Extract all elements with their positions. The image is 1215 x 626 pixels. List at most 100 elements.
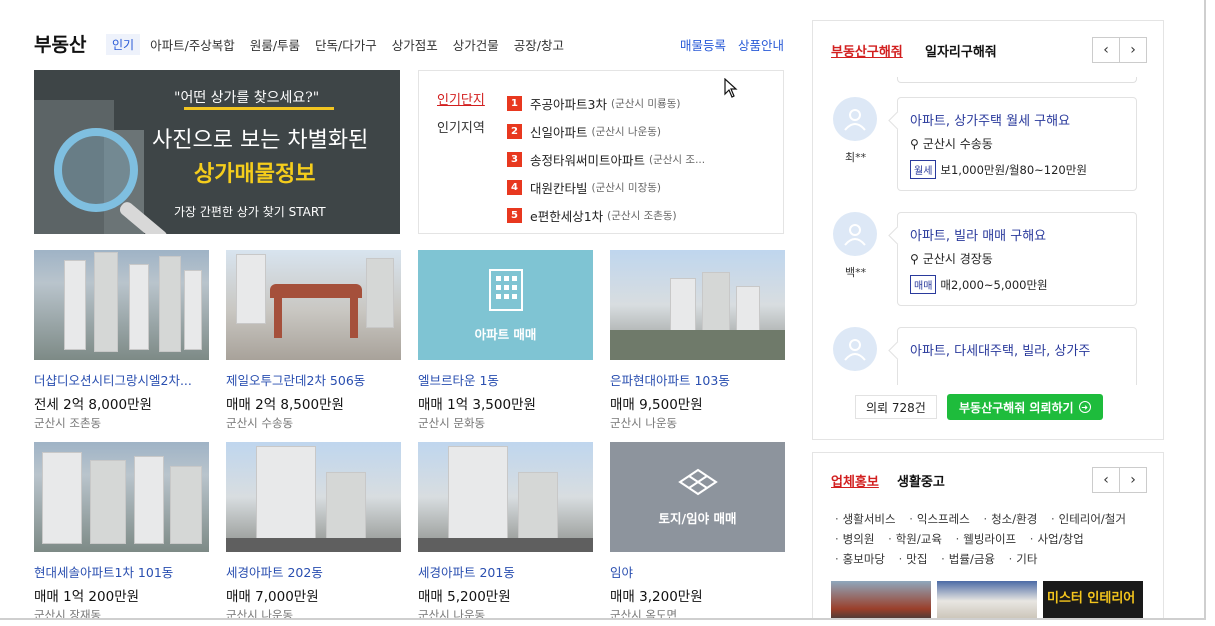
tab-realestate-request[interactable]: 부동산구해줘 xyxy=(831,41,903,60)
complex-name: e편한세상1차 xyxy=(530,208,604,224)
business-thumbnail[interactable]: 미스터 인테리어 xyxy=(1043,581,1143,618)
promo-banner[interactable]: "어떤 상가를 찾으세요?" 사진으로 보는 차별화된 상가매물정보 가장 간편… xyxy=(34,70,400,234)
business-category-link[interactable]: 생활서비스 xyxy=(835,509,896,529)
header-links: 매물등록 상품안내 xyxy=(672,35,784,54)
business-category-link[interactable]: 익스프레스 xyxy=(909,509,970,529)
next-button[interactable]: › xyxy=(1119,37,1147,63)
request-bubble[interactable]: 아파트, 빌라 매매 구해요 ⚲ 군산시 경장동 매매 매2,000~5,000만원 xyxy=(897,212,1137,306)
listing-price: 매매 2억 8,500만원 xyxy=(226,397,344,413)
list-item[interactable]: 백** 아파트, 빌라 매매 구해요 ⚲ 군산시 경장동 매매 매2,000~5,0… xyxy=(833,212,1143,308)
business-category-link[interactable]: 법률/금융 xyxy=(941,549,995,569)
listing-placeholder: 토지/임야 매매 xyxy=(610,442,785,552)
placeholder-label: 토지/임야 매매 xyxy=(658,510,737,526)
listing-photo xyxy=(610,250,785,360)
complex-name: 주공아파트3차 xyxy=(530,96,607,112)
tab-commercial-building[interactable]: 상가건물 xyxy=(453,35,499,54)
complex-location: (군산시 미룡동) xyxy=(610,97,681,110)
business-panel: 업체홍보 생활중고 ‹ › 생활서비스 익스프레스 청소/환경 인테리어/철거 … xyxy=(812,452,1164,618)
tab-store[interactable]: 상가점포 xyxy=(392,35,438,54)
listing-photo xyxy=(226,442,401,552)
tab-house[interactable]: 단독/다가구 xyxy=(315,35,377,54)
listing-photo xyxy=(418,442,593,552)
request-bubble[interactable]: 아파트, 다세대주택, 빌라, 상가주 xyxy=(897,327,1137,385)
request-bubble[interactable]: 아파트, 상가주택 월세 구해요 ⚲ 군산시 수송동 월세 보1,000만원/월80… xyxy=(897,97,1137,191)
listing-photo xyxy=(34,250,209,360)
request-price: 매2,000~5,000만원 xyxy=(940,277,1048,292)
tab-popular[interactable]: 인기 xyxy=(106,34,141,55)
user-icon xyxy=(844,109,866,131)
listing-card[interactable]: 세경아파트 201동 매매 5,200만원 군산시 나운동 xyxy=(418,442,593,618)
listing-card[interactable]: 토지/임야 매매 임야 매매 3,200만원 군산시 옥도면 xyxy=(610,442,785,618)
request-cta-label: 부동산구해줘 의뢰하기 xyxy=(959,400,1074,415)
category-nav: 인기 아파트/주상복합 원룸/투룸 단독/다가구 상가점포 상가건물 공장/창고 xyxy=(106,34,579,55)
business-category-link[interactable]: 홍보마당 xyxy=(835,549,885,569)
business-category-link[interactable]: 맛집 xyxy=(899,549,927,569)
rank-badge: 1 xyxy=(507,95,522,111)
business-category-link[interactable]: 청소/환경 xyxy=(983,509,1037,529)
list-item[interactable]: 2 신일아파트 (군산시 나운동) xyxy=(507,117,705,145)
business-category-link[interactable]: 병의원 xyxy=(835,529,875,549)
list-item[interactable]: 5 e편한세상1차 (군산시 조촌동) xyxy=(507,201,705,229)
listing-name: 엘브르타운 1동 xyxy=(418,373,499,388)
banner-line3: 가장 간편한 상가 찾기 START xyxy=(174,205,326,219)
request-cta-button[interactable]: 부동산구해줘 의뢰하기 ➜ xyxy=(947,394,1103,420)
request-price: 보1,000만원/월80~120만원 xyxy=(940,162,1087,177)
request-area: 군산시 경장동 xyxy=(922,252,993,266)
listing-price: 매매 7,000만원 xyxy=(226,589,319,605)
tab-apartment[interactable]: 아파트/주상복합 xyxy=(150,35,235,54)
listing-name: 세경아파트 201동 xyxy=(418,565,515,580)
list-item[interactable]: 아파트, 다세대주택, 빌라, 상가주 xyxy=(833,327,1143,385)
mouse-cursor-icon xyxy=(724,78,738,98)
listing-card[interactable]: 은파현대아파트 103동 매매 9,500만원 군산시 나운동 xyxy=(610,250,785,431)
listing-card[interactable]: 제일오투그란데2차 506동 매매 2억 8,500만원 군산시 수송동 xyxy=(226,250,401,431)
listing-card[interactable]: 세경아파트 202동 매매 7,000만원 군산시 나운동 xyxy=(226,442,401,618)
tab-business-promo[interactable]: 업체홍보 xyxy=(831,471,879,490)
business-category-link[interactable]: 학원/교육 xyxy=(888,529,942,549)
request-user: 최** xyxy=(845,151,867,164)
listing-card[interactable]: 더샵디오션시티그랑시엘2차... 전세 2억 8,000만원 군산시 조촌동 xyxy=(34,250,209,431)
business-category-link[interactable]: 웰빙라이프 xyxy=(956,529,1016,549)
listing-price: 매매 1억 3,500만원 xyxy=(418,397,536,413)
prev-button[interactable]: ‹ xyxy=(1092,37,1120,63)
listing-location: 군산시 수송동 xyxy=(226,416,294,430)
tab-popular-region[interactable]: 인기지역 xyxy=(437,117,485,136)
rank-badge: 4 xyxy=(507,179,522,195)
tab-job-request[interactable]: 일자리구해줘 xyxy=(925,41,997,60)
next-button[interactable]: › xyxy=(1119,467,1147,493)
prev-button[interactable]: ‹ xyxy=(1092,467,1120,493)
tab-oneroom[interactable]: 원룸/투룸 xyxy=(250,35,300,54)
business-category-link[interactable]: 인테리어/철거 xyxy=(1051,509,1126,529)
list-item[interactable]: 최** 아파트, 상가주택 월세 구해요 ⚲ 군산시 수송동 월세 보1,000만원… xyxy=(833,97,1143,193)
listing-name: 임야 xyxy=(610,565,634,580)
business-thumbnail[interactable] xyxy=(831,581,931,618)
business-category-link[interactable]: 사업/창업 xyxy=(1030,529,1083,549)
request-area: 군산시 수송동 xyxy=(922,137,993,151)
complex-name: 대원칸타빌 xyxy=(530,180,588,196)
page-title: 부동산 xyxy=(34,34,87,56)
listing-photo xyxy=(226,250,401,360)
list-item[interactable]: 1 주공아파트3차 (군산시 미룡동) xyxy=(507,89,705,117)
listing-card[interactable]: 아파트 매매 엘브르타운 1동 매매 1억 3,500만원 군산시 문화동 xyxy=(418,250,593,431)
carousel-arrows: ‹ › xyxy=(1092,37,1147,63)
business-category-link[interactable]: 기타 xyxy=(1009,549,1037,569)
listing-card[interactable]: 현대세솔아파트1차 101동 매매 1억 200만원 군산시 장재동 xyxy=(34,442,209,620)
list-item[interactable]: 4 대원칸타빌 (군산시 미장동) xyxy=(507,173,705,201)
listing-name: 현대세솔아파트1차 101동 xyxy=(34,565,174,580)
deal-type-badge: 매매 xyxy=(910,275,937,294)
banner-quote: "어떤 상가를 찾으세요?" xyxy=(174,90,320,106)
register-listing-link[interactable]: 매물등록 xyxy=(680,38,726,53)
list-item[interactable]: 3 송정타워써미트아파트 (군산시 조... xyxy=(507,145,705,173)
listing-location: 군산시 장재동 xyxy=(34,608,102,620)
complex-name: 송정타워써미트아파트 xyxy=(530,152,646,168)
listing-location: 군산시 조촌동 xyxy=(34,416,102,430)
business-thumbnail[interactable] xyxy=(937,581,1037,618)
listing-photo xyxy=(34,442,209,552)
tab-popular-complex[interactable]: 인기단지 xyxy=(437,89,485,108)
tab-factory[interactable]: 공장/창고 xyxy=(514,35,564,54)
listing-price: 전세 2억 8,000만원 xyxy=(34,397,152,413)
product-info-link[interactable]: 상품안내 xyxy=(738,38,784,53)
carousel-arrows: ‹ › xyxy=(1092,467,1147,493)
previous-request-edge xyxy=(897,77,1137,83)
rank-badge: 3 xyxy=(507,151,522,167)
tab-used-goods[interactable]: 생활중고 xyxy=(897,471,945,490)
